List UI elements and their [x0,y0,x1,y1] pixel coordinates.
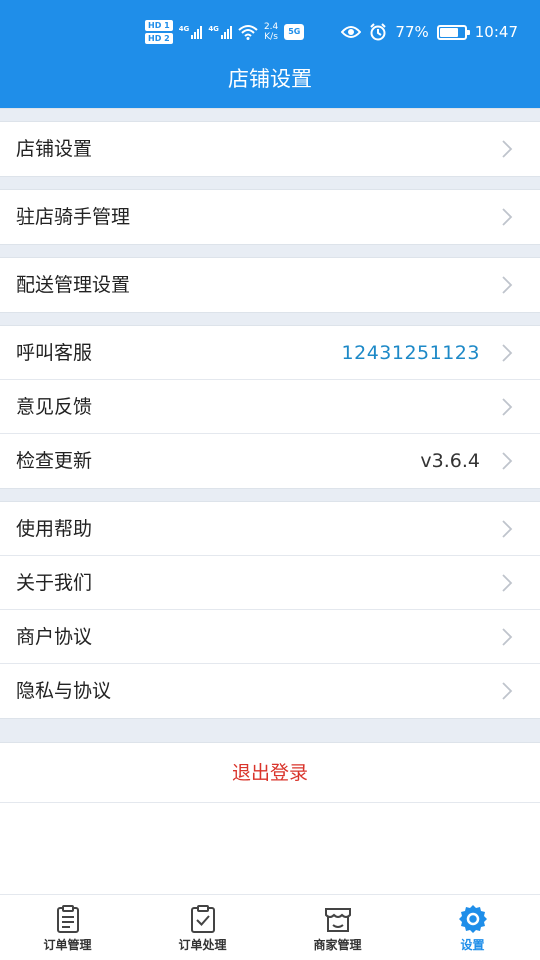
tab-label: 设置 [460,938,485,952]
app-header: HD 1 HD 2 4G 4G 2.4 K/s 5G 77% 10:47 店铺设… [0,0,540,108]
row-label: 使用帮助 [16,518,93,540]
group-separator [0,312,540,326]
row-help[interactable]: 使用帮助 [0,502,540,556]
row-label: 店铺设置 [16,138,93,160]
chevron-right-icon [502,344,513,362]
chevron-right-icon [502,574,513,592]
store-icon [324,908,351,932]
clipboard-icon [56,905,79,933]
bottom-tab-bar: 订单管理 订单处理 商家管理 设置 [0,894,540,960]
group-rider: 驻店骑手管理 [0,190,540,244]
gear-icon [458,905,487,933]
battery-percent: 77% [395,23,429,41]
row-label: 呼叫客服 [16,342,93,364]
row-label: 隐私与协议 [16,680,112,702]
eye-icon [341,26,362,38]
chevron-right-icon [502,452,513,470]
group-separator [0,488,540,502]
hd-badges: HD 1 HD 2 [145,20,173,44]
hd1-badge: HD 1 [145,20,173,31]
row-label: 意见反馈 [16,396,93,418]
network-speed: 2.4 K/s [264,22,278,42]
row-label: 配送管理设置 [16,274,131,296]
tab-label: 订单管理 [43,938,92,952]
wifi-icon [238,25,258,40]
row-about-us[interactable]: 关于我们 [0,556,540,610]
alarm-icon [370,23,387,41]
chevron-right-icon [502,140,513,158]
row-merchant-agreement[interactable]: 商户协议 [0,610,540,664]
row-check-update[interactable]: 检查更新 v3.6.4 [0,434,540,488]
chevron-right-icon [502,276,513,294]
notification-app-icon: 5G [284,24,305,40]
status-right: 77% 10:47 [341,20,518,44]
speed-value: 2.4 [263,22,279,32]
row-store-settings[interactable]: 店铺设置 [0,122,540,176]
chevron-right-icon [502,208,513,226]
row-rider-management[interactable]: 驻店骑手管理 [0,190,540,244]
network-type-1: 4G [178,25,190,33]
clock: 10:47 [474,23,518,41]
row-privacy-agreement[interactable]: 隐私与协议 [0,664,540,718]
tab-order-processing[interactable]: 订单处理 [135,895,270,960]
signal-icon-2: 4G [208,25,232,39]
group-separator [0,244,540,258]
status-bar: HD 1 HD 2 4G 4G 2.4 K/s 5G 77% 10:47 [0,0,540,62]
tab-settings[interactable]: 设置 [405,895,540,960]
clipboard-check-icon [190,905,215,933]
group-separator [0,718,540,743]
row-feedback[interactable]: 意见反馈 [0,380,540,434]
network-type-2: 4G [208,25,219,33]
group-delivery: 配送管理设置 [0,258,540,312]
speed-unit: K/s [264,32,278,42]
status-left: HD 1 HD 2 4G 4G 2.4 K/s 5G [145,20,305,44]
chevron-right-icon [502,520,513,538]
group-separator [0,176,540,190]
tab-label: 商家管理 [313,938,362,952]
logout-button[interactable]: 退出登录 [0,743,540,803]
page-title: 店铺设置 [228,67,312,91]
service-phone: 12431251123 [341,342,480,364]
tab-order-management[interactable]: 订单管理 [0,895,135,960]
group-store: 店铺设置 [0,122,540,176]
settings-list: 店铺设置 驻店骑手管理 配送管理设置 呼叫客服 12431251123 意见反馈 [0,108,540,894]
group-support: 呼叫客服 12431251123 意见反馈 检查更新 v3.6.4 [0,326,540,488]
battery-icon [436,24,470,40]
row-call-service[interactable]: 呼叫客服 12431251123 [0,326,540,380]
signal-icon-1: 4G [179,25,203,39]
row-label: 检查更新 [16,450,93,472]
chevron-right-icon [502,628,513,646]
hd2-badge: HD 2 [145,33,173,44]
row-label: 商户协议 [16,626,93,648]
group-separator [0,108,540,122]
app-version: v3.6.4 [420,450,480,472]
chevron-right-icon [502,682,513,700]
row-label: 关于我们 [16,572,93,594]
tab-label: 订单处理 [178,938,227,952]
row-label: 驻店骑手管理 [16,206,131,228]
group-info: 使用帮助 关于我们 商户协议 隐私与协议 [0,502,540,718]
chevron-right-icon [502,398,513,416]
tab-merchant-management[interactable]: 商家管理 [270,895,405,960]
row-delivery-settings[interactable]: 配送管理设置 [0,258,540,312]
